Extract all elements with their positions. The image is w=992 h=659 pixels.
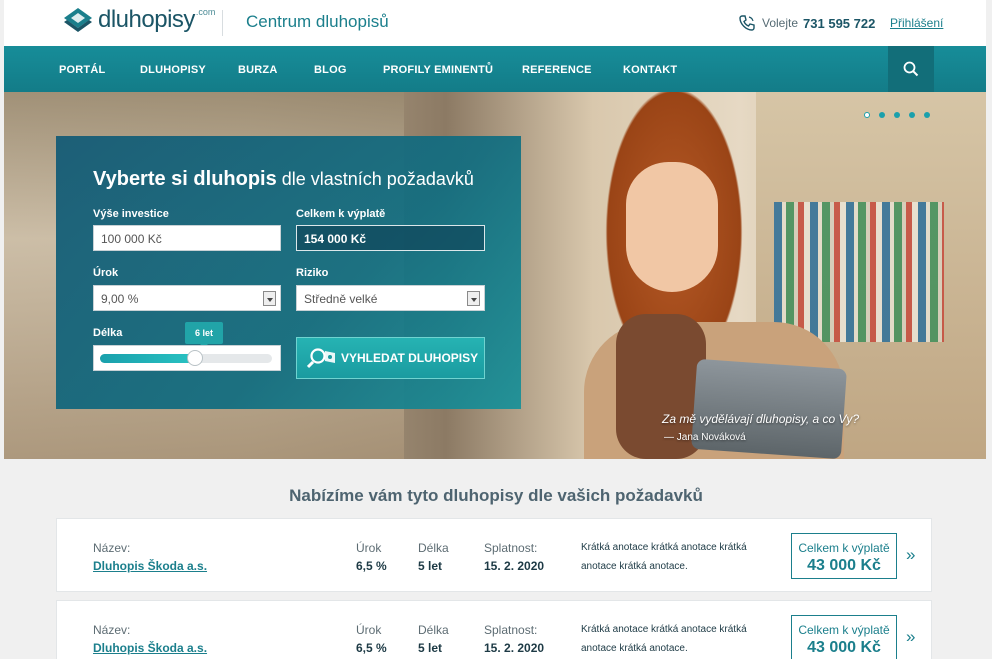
logo-text: dluhopisy [98,6,195,33]
investment-label: Výše investice [93,208,169,220]
chevron-down-icon [467,291,480,306]
length-tooltip: 6 let [185,322,223,348]
phone-icon [739,15,755,31]
slider-fill [100,354,195,363]
total-payout-box[interactable]: Celkem k výplatě 43 000 Kč [791,615,897,659]
search-bonds-label: VYHLEDAT DLUHOPISY [341,351,479,365]
hero-slider-dots [864,112,930,118]
results-title: Nabízíme vám tyto dluhopisy dle vašich p… [289,486,703,505]
bookshelf-image [774,202,944,342]
bond-card: Název: Dluhopis Škoda a.s. Úrok 6,5 % Dé… [56,518,932,592]
rate-label: Úrok [93,267,119,279]
length-slider[interactable] [93,345,281,371]
rate-select[interactable]: 9,00 % [93,285,281,311]
logo-icon [64,8,92,32]
hero-banner: Za mě vydělávají dluhopisy, a co Vy? — J… [4,92,986,459]
bond-length: 5 let [418,641,443,655]
bond-name-link[interactable]: Dluhopis Škoda a.s. [93,641,207,655]
detail-arrow-icon[interactable]: » [906,545,915,565]
search-money-icon [307,348,335,369]
bond-maturity: 15. 2. 2020 [484,559,545,573]
search-icon [903,61,919,77]
phone-number[interactable]: 731 595 722 [803,16,875,31]
slider-handle[interactable] [186,350,203,366]
slider-dot[interactable] [909,112,915,118]
nav-item-dluhopisy[interactable]: DLUHOPISY [140,64,206,76]
total-payout-value: 43 000 Kč [807,639,881,656]
bond-rate: 6,5 % [356,641,387,655]
form-title-bold: Vyberte si dluhopis [93,168,277,190]
header-divider [222,10,223,36]
phone-label: Volejte [762,16,799,30]
top-header: dluhopisy .com Centrum dluhopisů Volejte… [4,0,986,46]
slider-dot[interactable] [894,112,900,118]
bond-rate: 6,5 % [356,559,387,573]
logo-suffix: .com [195,7,216,17]
page: dluhopisy .com Centrum dluhopisů Volejte… [0,0,992,659]
rate-column-label: Úrok [356,541,382,555]
total-payout-label: Celkem k výplatě [798,541,890,555]
slider-dot[interactable] [864,112,870,118]
logo[interactable]: dluhopisy .com [62,6,215,34]
phone-contact: Volejte 731 595 722 [738,14,875,32]
bond-length: 5 let [418,559,443,573]
form-title-rest: dle vlastních požadavků [276,169,474,189]
detail-arrow-icon[interactable]: » [906,627,915,647]
maturity-label: Splatnost: [484,623,538,637]
nav-item-burza[interactable]: BURZA [238,64,278,76]
search-bonds-button[interactable]: VYHLEDAT DLUHOPISY [296,337,485,379]
login-link[interactable]: Přihlášení [890,16,943,30]
nav-item-kontakt[interactable]: KONTAKT [623,64,677,76]
bond-maturity: 15. 2. 2020 [484,641,545,655]
form-title: Vyberte si dluhopis dle vlastních požada… [93,168,474,191]
risk-select[interactable]: Středně velké [296,285,485,311]
total-payout-field: 154 000 Kč [296,225,485,251]
bond-card: Název: Dluhopis Škoda a.s. Úrok 6,5 % Dé… [56,600,932,659]
length-column-label: Délka [418,623,449,637]
nav-item-reference[interactable]: REFERENCE [522,64,592,76]
nav-item-blog[interactable]: BLOG [314,64,347,76]
slider-bar [100,350,272,366]
chevron-down-icon [263,291,276,306]
bond-name-link[interactable]: Dluhopis Škoda a.s. [93,559,207,573]
site-tagline: Centrum dluhopisů [246,12,389,31]
length-column-label: Délka [418,541,449,555]
bond-annotation: Krátká anotace krátká anotace krátká ano… [581,542,747,572]
maturity-label: Splatnost: [484,541,538,555]
search-button[interactable] [888,46,934,92]
rate-column-label: Úrok [356,623,382,637]
name-label: Název: [93,541,131,555]
slider-dot[interactable] [924,112,930,118]
risk-select-value: Středně velké [304,292,378,306]
hero-quote: Za mě vydělávají dluhopisy, a co Vy? [662,412,859,426]
total-payout-value: 43 000 Kč [807,557,881,574]
bond-search-form: Vyberte si dluhopis dle vlastních požada… [56,136,521,409]
length-label: Délka [93,327,123,339]
nav-item-profily-eminentu[interactable]: PROFILY EMINENTŮ [383,64,493,76]
nav-item-portal[interactable]: PORTÁL [59,64,105,76]
hero-photo-face [626,162,718,292]
hero-quote-author: — Jana Nováková [664,432,746,443]
risk-label: Riziko [296,267,329,279]
bond-annotation: Krátká anotace krátká anotace krátká ano… [581,624,747,654]
total-payout-label: Celkem k výplatě [798,623,890,637]
total-label: Celkem k výplatě [296,208,386,220]
main-nav: PORTÁL DLUHOPISY BURZA BLOG PROFILY EMIN… [4,46,986,92]
investment-input[interactable]: 100 000 Kč [93,225,281,251]
slider-dot[interactable] [879,112,885,118]
rate-select-value: 9,00 % [101,292,139,306]
hero-photo-tablet [691,358,847,459]
name-label: Název: [93,623,131,637]
total-payout-box[interactable]: Celkem k výplatě 43 000 Kč [791,533,897,579]
